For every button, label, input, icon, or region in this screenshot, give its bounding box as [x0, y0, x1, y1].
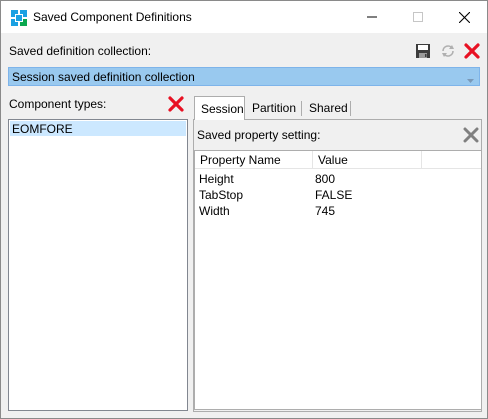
- column-header-value[interactable]: Value: [318, 153, 348, 167]
- minimize-button[interactable]: [349, 1, 395, 33]
- list-item[interactable]: EOMFORE: [10, 121, 186, 136]
- property-grid[interactable]: Property Name Value Height 800 TabStop F…: [194, 150, 482, 410]
- tab-divider: [350, 101, 351, 116]
- app-icon: [11, 10, 27, 26]
- delete-collection-icon[interactable]: [464, 43, 480, 59]
- property-name-cell[interactable]: Height: [199, 172, 234, 186]
- collection-selected-value: Session saved definition collection: [12, 70, 195, 84]
- maximize-icon: [413, 12, 423, 22]
- property-name-cell[interactable]: TabStop: [199, 188, 243, 202]
- collection-label: Saved definition collection:: [9, 44, 152, 58]
- list-item-label: EOMFORE: [12, 122, 73, 136]
- save-icon[interactable]: [415, 43, 431, 59]
- close-button[interactable]: [441, 1, 487, 33]
- title-bar: Saved Component Definitions: [1, 1, 487, 33]
- window-title: Saved Component Definitions: [33, 10, 192, 24]
- refresh-icon[interactable]: [440, 43, 456, 59]
- column-header-property-name[interactable]: Property Name: [200, 153, 281, 167]
- maximize-button[interactable]: [395, 1, 441, 33]
- chevron-down-icon: [467, 73, 474, 83]
- column-divider[interactable]: [421, 151, 422, 169]
- tab-divider: [301, 101, 302, 116]
- grid-header: Property Name Value: [195, 151, 481, 169]
- component-types-label: Component types:: [9, 97, 107, 111]
- component-types-list[interactable]: EOMFORE: [8, 119, 188, 411]
- delete-property-icon[interactable]: [463, 127, 479, 143]
- collection-dropdown[interactable]: Session saved definition collection: [8, 67, 480, 86]
- property-value-cell[interactable]: FALSE: [315, 188, 352, 202]
- saved-component-definitions-window: Saved Component Definitions Saved defini…: [0, 0, 488, 419]
- delete-component-type-icon[interactable]: [168, 96, 184, 112]
- property-value-cell[interactable]: 745: [315, 204, 335, 218]
- tab-session[interactable]: Session: [194, 96, 245, 120]
- close-icon: [458, 11, 470, 23]
- tab-partition[interactable]: Partition: [246, 98, 302, 119]
- property-name-cell[interactable]: Width: [199, 204, 230, 218]
- property-setting-label: Saved property setting:: [197, 128, 321, 142]
- tab-shared[interactable]: Shared: [303, 98, 354, 119]
- column-divider[interactable]: [312, 151, 313, 169]
- property-value-cell[interactable]: 800: [315, 172, 335, 186]
- minimize-icon: [367, 16, 377, 18]
